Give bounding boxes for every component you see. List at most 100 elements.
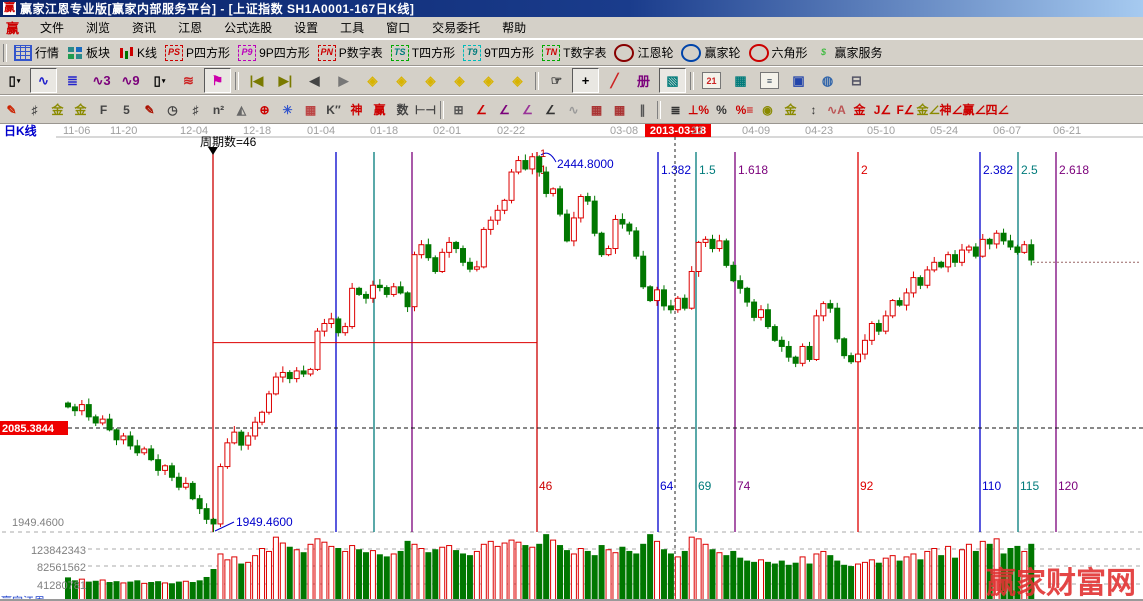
toolbtn-hexagon[interactable]: 六角形 <box>749 44 808 62</box>
tool-grid-red-b[interactable]: ▦ <box>608 99 631 121</box>
tool-hash-2[interactable]: ♯ <box>184 99 207 121</box>
tool-purple-tool[interactable]: 册 <box>630 68 657 93</box>
menu-公式选股[interactable]: 公式选股 <box>213 17 283 38</box>
tool-next[interactable]: ▶ <box>330 68 357 93</box>
tool-j-angle[interactable]: J∠ <box>871 99 894 121</box>
tool-f-angle[interactable]: F∠ <box>894 99 917 121</box>
tool-diamond-left[interactable]: ◈ <box>359 68 386 93</box>
toolbtn-t-number[interactable]: TNT数字表 <box>542 44 606 61</box>
tool-n-square[interactable]: n² <box>207 99 230 121</box>
menu-文件[interactable]: 文件 <box>29 17 75 38</box>
tool-gold-lines[interactable]: 金 <box>779 99 802 121</box>
menu-帮助[interactable]: 帮助 <box>491 17 537 38</box>
toolbtn-quotes[interactable]: 行情 <box>14 44 59 61</box>
shen-angle-icon: 神∠ <box>940 101 964 118</box>
tool-wave-3[interactable]: ∿3 <box>88 68 115 93</box>
tool-diamond-center[interactable]: ◈ <box>504 68 531 93</box>
tool-pen[interactable]: ✎ <box>0 99 23 121</box>
tool-star[interactable]: ✳ <box>276 99 299 121</box>
menu-资讯[interactable]: 资讯 <box>121 17 167 38</box>
tool-t-percent[interactable]: ⊥% <box>687 99 710 121</box>
tool-hand[interactable]: ☞ <box>543 68 570 93</box>
tool-diamond-right[interactable]: ◈ <box>388 68 415 93</box>
tool-gold-underline[interactable]: 金 <box>848 99 871 121</box>
toolbtn-p-square[interactable]: PSP四方形 <box>165 44 230 61</box>
menu-设置[interactable]: 设置 <box>283 17 329 38</box>
gann-wheel-label: 江恩轮 <box>637 44 673 61</box>
tool-fan-mixed[interactable]: ∠ <box>516 99 539 121</box>
tool-gold-grid-b[interactable]: 金 <box>69 99 92 121</box>
tool-box-tool[interactable]: ⊞ <box>447 99 470 121</box>
tool-f-grid[interactable]: F <box>92 99 115 121</box>
tool-trend-chart[interactable]: ∿ <box>30 68 57 93</box>
tool-grid-hash[interactable]: ♯ <box>23 99 46 121</box>
tool-candle-style[interactable]: ▯▾ <box>146 68 173 93</box>
toolbtn-sectors[interactable]: 板块 <box>67 44 110 61</box>
tool-first[interactable]: |◀ <box>243 68 270 93</box>
tool-k-quote[interactable]: K″ <box>322 99 345 121</box>
toolbtn-kline[interactable]: K线 <box>118 44 157 61</box>
tool-circle-cross[interactable]: ⊕ <box>253 99 276 121</box>
tool-calculator[interactable]: ▦ <box>727 68 754 93</box>
tool-diamond-up[interactable]: ◈ <box>417 68 444 93</box>
tool-candle-period[interactable]: ▯▾ <box>1 68 28 93</box>
tool-shen-angle[interactable]: 神∠ <box>940 99 963 121</box>
toolbtn-p-number[interactable]: PNP数字表 <box>318 44 383 61</box>
tool-prev[interactable]: ◀ <box>301 68 328 93</box>
toolbtn-winner-service[interactable]: $赢家服务 <box>816 44 883 61</box>
tool-angle-lines[interactable]: ∠ <box>539 99 562 121</box>
menu-交易委托[interactable]: 交易委托 <box>421 17 491 38</box>
tool-red-grid[interactable]: ≋ <box>175 68 202 93</box>
tool-five-grid[interactable]: 5 <box>115 99 138 121</box>
tool-wave-a[interactable]: ∿A <box>825 99 848 121</box>
tool-crosshair[interactable]: + <box>572 68 599 93</box>
menu-工具[interactable]: 工具 <box>329 17 375 38</box>
tool-brush[interactable]: ✎ <box>138 99 161 121</box>
tool-flag[interactable]: ⚑ <box>204 68 231 93</box>
tool-calendar[interactable]: 21 <box>698 68 725 93</box>
tool-web[interactable]: ◍ <box>814 68 841 93</box>
toolbtn-9p-square[interactable]: P99P四方形 <box>238 44 310 61</box>
tool-diamond-cross[interactable]: ◈ <box>475 68 502 93</box>
toolbtn-winner-wheel[interactable]: 赢家轮 <box>681 44 740 62</box>
menu-窗口[interactable]: 窗口 <box>375 17 421 38</box>
tool-print[interactable]: ⊟ <box>843 68 870 93</box>
tool-clock-grid[interactable]: ◷ <box>161 99 184 121</box>
tool-stats-lines[interactable]: ≣ <box>664 99 687 121</box>
tool-percent-line[interactable]: %≡ <box>733 99 756 121</box>
tool-wave-9[interactable]: ∿9 <box>117 68 144 93</box>
tool-ying-angle[interactable]: 赢∠ <box>963 99 986 121</box>
candle-body <box>308 369 313 374</box>
tool-parallel[interactable]: ∥ <box>631 99 654 121</box>
period-label[interactable]: 日K线 <box>4 124 37 138</box>
tool-shu-grid[interactable]: 数 <box>391 99 414 121</box>
toolbtn-9t-square[interactable]: T99T四方形 <box>463 44 534 61</box>
tool-wave-tool[interactable]: ∿ <box>562 99 585 121</box>
toolbtn-gann-wheel[interactable]: 江恩轮 <box>614 44 673 62</box>
menu-浏览[interactable]: 浏览 <box>75 17 121 38</box>
tool-last[interactable]: ▶| <box>272 68 299 93</box>
tool-gold-grid-a[interactable]: 金 <box>46 99 69 121</box>
tool-percent[interactable]: % <box>710 99 733 121</box>
tool-fan-red[interactable]: ∠ <box>470 99 493 121</box>
tool-si-angle[interactable]: 四∠ <box>986 99 1009 121</box>
tool-info-panel[interactable]: ≣ <box>59 68 86 93</box>
tool-notes[interactable]: ≡ <box>756 68 783 93</box>
tool-pen-measure[interactable]: ↕ <box>802 99 825 121</box>
tool-dot-grid[interactable]: ▦ <box>299 99 322 121</box>
tool-fan-purple[interactable]: ∠ <box>493 99 516 121</box>
toolbtn-t-square[interactable]: TST四方形 <box>391 44 455 61</box>
tool-diamond-down[interactable]: ◈ <box>446 68 473 93</box>
tool-ying-grid[interactable]: 赢 <box>368 99 391 121</box>
menu-江恩[interactable]: 江恩 <box>167 17 213 38</box>
tool-ruler[interactable]: ⊢⊣ <box>414 99 437 121</box>
tool-save[interactable]: ▣ <box>785 68 812 93</box>
tool-region-tool[interactable]: ▧ <box>659 68 686 93</box>
tool-gold-circle[interactable]: ◉ <box>756 99 779 121</box>
tool-grid-red-a[interactable]: ▦ <box>585 99 608 121</box>
tool-shen-grid[interactable]: 神 <box>345 99 368 121</box>
kline-chart[interactable]: 11-0611-2012-0412-1801-0401-1802-0102-22… <box>0 124 1143 601</box>
tool-measure-line[interactable]: ╱ <box>601 68 628 93</box>
tool-angle-flag[interactable]: ◭ <box>230 99 253 121</box>
tool-gold-angle[interactable]: 金∠ <box>917 99 940 121</box>
